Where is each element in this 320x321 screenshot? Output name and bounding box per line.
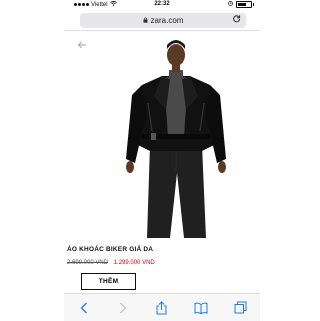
- back-arrow-icon[interactable]: [77, 38, 87, 52]
- product-title: ÁO KHOÁC BIKER GIẢ DA: [67, 246, 154, 253]
- browser-toolbar: [64, 293, 260, 321]
- bookmarks-icon[interactable]: [191, 298, 211, 318]
- back-icon[interactable]: [74, 298, 94, 318]
- tabs-icon[interactable]: [230, 298, 250, 318]
- share-icon[interactable]: [152, 298, 172, 318]
- add-to-cart-button[interactable]: THÊM: [81, 273, 136, 290]
- battery-fill: [238, 3, 247, 6]
- url-text: zara.com: [150, 16, 184, 25]
- phone-screen: Viettel 22:32 zara.com ÁO KHOÁC BIKER GI…: [0, 0, 320, 321]
- product-image[interactable]: [98, 33, 254, 259]
- forward-icon[interactable]: [113, 298, 133, 318]
- product-prices: 2.699.000 VND 1.299.000 VND: [67, 260, 155, 266]
- old-price: 2.699.000 VND: [67, 260, 109, 266]
- status-right: [228, 1, 254, 8]
- sale-price: 1.299.000 VND: [113, 260, 155, 266]
- status-bar: Viettel 22:32: [64, 0, 260, 9]
- alarm-icon: [228, 1, 233, 8]
- page-content: ÁO KHOÁC BIKER GIẢ DA 2.699.000 VND 1.29…: [64, 31, 260, 293]
- address-bar[interactable]: zara.com: [80, 13, 246, 28]
- reload-icon[interactable]: [232, 14, 241, 26]
- battery-icon: [236, 1, 254, 8]
- lock-icon: [143, 17, 148, 25]
